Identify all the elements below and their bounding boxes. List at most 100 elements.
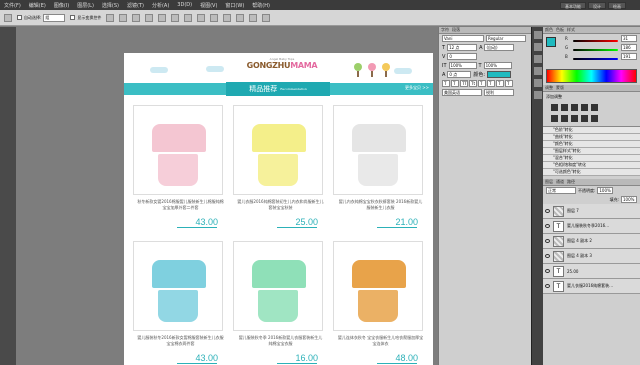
faux-bold-button[interactable]: T [442, 80, 450, 87]
subscript-button[interactable]: T [487, 80, 495, 87]
tab-adjustments[interactable]: 调整 [545, 85, 553, 91]
g-slider[interactable] [573, 49, 618, 51]
product-card[interactable]: 婴儿服装秋冬季 2016新款婴儿衣服套装新生儿纯棉宝宝衣服 16.00 [233, 241, 328, 364]
all-caps-button[interactable]: TT [460, 80, 468, 87]
tab-color[interactable]: 颜色 [545, 27, 553, 33]
distribute-center-icon[interactable] [236, 13, 245, 22]
r-slider[interactable] [573, 40, 618, 42]
show-transform-checkbox[interactable] [70, 15, 76, 20]
superscript-button[interactable]: T [478, 80, 486, 87]
paragraph-icon[interactable] [534, 91, 542, 99]
channel-mixer-icon[interactable] [591, 115, 598, 122]
foreground-color-swatch[interactable] [546, 37, 556, 47]
product-card[interactable]: 婴儿连体衣秋冬 宝宝衣服新生儿哈衣爬服加厚宝宝连体衣 48.00 [333, 241, 428, 364]
small-caps-button[interactable]: Tt [469, 80, 477, 87]
language-select[interactable]: 美国英语 [442, 89, 482, 96]
align-left-icon[interactable] [145, 13, 154, 22]
menu-select[interactable]: 选择(S) [98, 2, 123, 9]
menu-3d[interactable]: 3D(D) [173, 2, 196, 8]
exposure-icon[interactable] [581, 104, 588, 111]
tracking-input[interactable]: 0 [447, 53, 478, 60]
product-card[interactable]: 秋冬新款女婴2016棉服婴儿服装新生儿棉服纯棉宝宝加厚外套二件套 43.00 [133, 105, 228, 228]
menu-analysis[interactable]: 分析(A) [148, 2, 173, 9]
vertical-scale-input[interactable]: 100% [448, 62, 477, 69]
layer-row[interactable]: 图层 7 [543, 204, 640, 219]
auto-align-icon[interactable] [262, 13, 271, 22]
preset-item[interactable]: "混合"转化 [543, 155, 640, 162]
hue-saturation-icon[interactable] [551, 115, 558, 122]
menu-edit[interactable]: 编辑(E) [25, 2, 50, 9]
eye-icon[interactable] [545, 209, 550, 213]
g-value[interactable]: 186 [621, 44, 637, 51]
opacity-input[interactable]: 100% [597, 187, 614, 194]
curves-icon[interactable] [571, 104, 578, 111]
brush-icon[interactable] [534, 55, 542, 63]
b-slider[interactable] [573, 58, 618, 60]
font-size-input[interactable]: 12 点 [447, 44, 478, 51]
preset-item[interactable]: "色阶"转化 [543, 127, 640, 134]
align-center-icon[interactable] [158, 13, 167, 22]
photo-filter-icon[interactable] [581, 115, 588, 122]
product-card[interactable]: 婴儿内衣纯棉宝宝秋衣秋裤套装 2016新款婴儿服装新生儿衣服 21.00 [333, 105, 428, 228]
eye-icon[interactable] [545, 269, 550, 273]
color-balance-icon[interactable] [561, 115, 568, 122]
layer-row[interactable]: 图层 4 副本 3 [543, 249, 640, 264]
baseline-input[interactable]: 0 点 [447, 71, 472, 78]
tab-character[interactable]: 字符 [441, 27, 449, 33]
menu-image[interactable]: 图像(I) [50, 2, 73, 9]
antialias-select[interactable]: 锐利 [484, 89, 514, 96]
clone-source-icon[interactable] [534, 67, 542, 75]
align-top-icon[interactable] [106, 13, 115, 22]
r-value[interactable]: 31 [621, 35, 637, 42]
character-icon[interactable] [534, 79, 542, 87]
tab-masks[interactable]: 蒙版 [556, 85, 564, 91]
brightness-icon[interactable] [551, 104, 558, 111]
menu-window[interactable]: 窗口(W) [221, 2, 248, 9]
align-right-icon[interactable] [171, 13, 180, 22]
underline-button[interactable]: T [496, 80, 504, 87]
layer-row[interactable]: T 婴儿衣服2016纯棉套装... [543, 279, 640, 294]
workspace-essentials[interactable]: 基本功能 [560, 1, 586, 9]
preset-item[interactable]: "色相/饱和度"转化 [543, 162, 640, 169]
preset-item[interactable]: "可选颜色"转化 [543, 169, 640, 176]
text-color-swatch[interactable] [487, 71, 512, 78]
faux-italic-button[interactable]: T [451, 80, 459, 87]
workspace-painting[interactable]: 绘画 [608, 1, 626, 9]
more-link[interactable]: 更多宝贝 >> [405, 85, 429, 91]
menu-filter[interactable]: 滤镜(T) [123, 2, 148, 9]
layer-row[interactable]: T 25.00 [543, 264, 640, 279]
horizontal-scale-input[interactable]: 100% [483, 62, 512, 69]
fill-input[interactable]: 100% [621, 196, 637, 203]
tab-paths[interactable]: 路径 [567, 179, 575, 185]
levels-icon[interactable] [561, 104, 568, 111]
layer-row[interactable]: 图层 4 副本 2 [543, 234, 640, 249]
product-card[interactable]: 婴儿衣服2016纯棉套装初生儿内衣和尚服新生儿套装宝宝秋装 25.00 [233, 105, 328, 228]
distribute-left-icon[interactable] [223, 13, 232, 22]
layer-row[interactable]: T 婴儿服装秋冬季2016... [543, 219, 640, 234]
auto-select-dropdown[interactable]: 组 [43, 13, 66, 22]
b-value[interactable]: 191 [621, 53, 637, 60]
color-spectrum-ramp[interactable] [546, 69, 637, 83]
menu-help[interactable]: 帮助(H) [248, 2, 274, 9]
font-style-select[interactable]: Regular [486, 35, 526, 42]
eye-icon[interactable] [545, 239, 550, 243]
history-icon[interactable] [534, 31, 542, 39]
preset-item[interactable]: "图层样式"转化 [543, 148, 640, 155]
distribute-bottom-icon[interactable] [210, 13, 219, 22]
align-bottom-icon[interactable] [132, 13, 141, 22]
vibrance-icon[interactable] [591, 104, 598, 111]
black-white-icon[interactable] [571, 115, 578, 122]
preset-item[interactable]: "曲线"转化 [543, 134, 640, 141]
strikethrough-button[interactable]: T [505, 80, 513, 87]
document-canvas[interactable]: Angel Baby Tops GONGZHUMAMA 精品推荐 Recomme… [124, 53, 433, 365]
font-family-select[interactable]: Vani [442, 35, 484, 42]
preset-item[interactable]: "颜色"转化 [543, 141, 640, 148]
menu-layer[interactable]: 图层(L) [73, 2, 98, 9]
leading-input[interactable]: (自动) [484, 44, 515, 51]
tab-swatches[interactable]: 色板 [556, 27, 564, 33]
tab-styles[interactable]: 样式 [567, 27, 575, 33]
product-card[interactable]: 婴儿服装秋冬2016新款女婴棉服套装新生儿衣服宝宝棉衣两件套 43.00 [133, 241, 228, 364]
workspace-design[interactable]: 设计 [588, 1, 606, 9]
eye-icon[interactable] [545, 224, 550, 228]
align-middle-icon[interactable] [119, 13, 128, 22]
